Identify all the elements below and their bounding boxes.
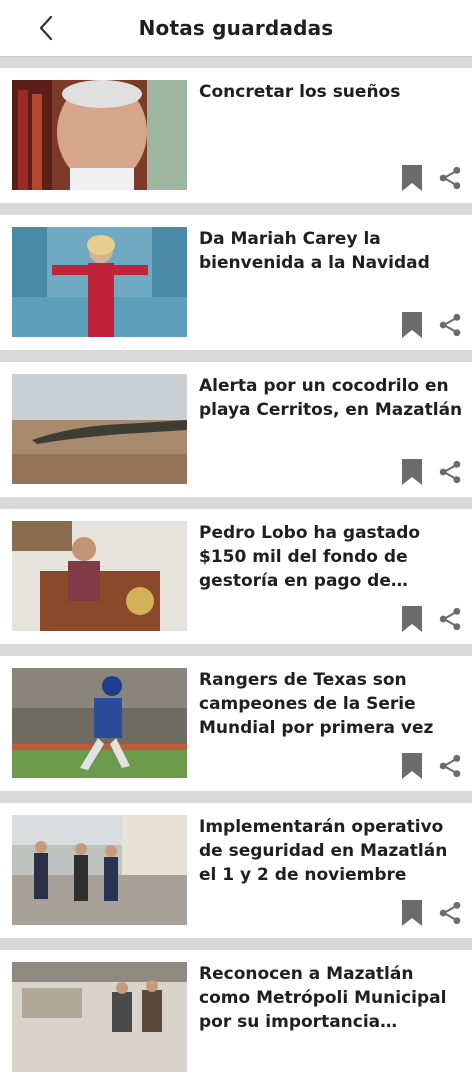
share-button[interactable] xyxy=(438,751,462,781)
bookmark-icon xyxy=(402,753,422,779)
news-thumbnail xyxy=(12,374,187,484)
share-button[interactable] xyxy=(438,604,462,634)
list-item[interactable]: Alerta por un cocodrilo en playa Cerrito… xyxy=(0,362,472,497)
list-item[interactable]: Pedro Lobo ha gastado $150 mil del fondo… xyxy=(0,509,472,644)
saved-notes-list: Concretar los sueños Da Mariah Carey la … xyxy=(0,56,472,1085)
share-button[interactable] xyxy=(438,898,462,928)
bookmark-icon xyxy=(402,606,422,632)
bookmark-button[interactable] xyxy=(400,604,424,634)
news-thumbnail xyxy=(12,815,187,925)
top-app-bar: Notas guardadas xyxy=(0,0,472,57)
news-thumbnail xyxy=(12,521,187,631)
bookmark-icon xyxy=(402,459,422,485)
list-item[interactable]: Da Mariah Carey la bienvenida a la Navid… xyxy=(0,215,472,350)
bookmark-button[interactable] xyxy=(400,163,424,193)
list-item[interactable]: Concretar los sueños xyxy=(0,68,472,203)
bookmark-button[interactable] xyxy=(400,457,424,487)
bookmark-button[interactable] xyxy=(400,751,424,781)
share-icon xyxy=(439,313,461,337)
news-thumbnail xyxy=(12,80,187,190)
share-button[interactable] xyxy=(438,310,462,340)
bookmark-button[interactable] xyxy=(400,898,424,928)
bookmark-button[interactable] xyxy=(400,310,424,340)
share-icon xyxy=(439,166,461,190)
share-button[interactable] xyxy=(438,163,462,193)
bookmark-icon xyxy=(402,165,422,191)
news-thumbnail xyxy=(12,962,187,1072)
page-title: Notas guardadas xyxy=(138,16,334,40)
bookmark-icon xyxy=(402,312,422,338)
news-headline[interactable]: Rangers de Texas son campeones de la Ser… xyxy=(199,668,464,740)
news-headline[interactable]: Concretar los sueños xyxy=(199,80,464,104)
list-item[interactable]: Rangers de Texas son campeones de la Ser… xyxy=(0,656,472,791)
news-headline[interactable]: Da Mariah Carey la bienvenida a la Navid… xyxy=(199,227,464,275)
news-headline[interactable]: Alerta por un cocodrilo en playa Cerrito… xyxy=(199,374,464,422)
list-item[interactable]: Reconocen a Mazatlán como Metrópoli Muni… xyxy=(0,950,472,1085)
news-headline[interactable]: Implementarán operativo de seguridad en … xyxy=(199,815,464,887)
share-icon xyxy=(439,460,461,484)
bookmark-icon xyxy=(402,900,422,926)
news-headline[interactable]: Pedro Lobo ha gastado $150 mil del fondo… xyxy=(199,521,464,593)
share-button[interactable] xyxy=(438,457,462,487)
news-headline[interactable]: Reconocen a Mazatlán como Metrópoli Muni… xyxy=(199,962,464,1034)
news-thumbnail xyxy=(12,668,187,778)
news-thumbnail xyxy=(12,227,187,337)
list-item[interactable]: Implementarán operativo de seguridad en … xyxy=(0,803,472,938)
share-icon xyxy=(439,754,461,778)
share-icon xyxy=(439,901,461,925)
share-icon xyxy=(439,607,461,631)
